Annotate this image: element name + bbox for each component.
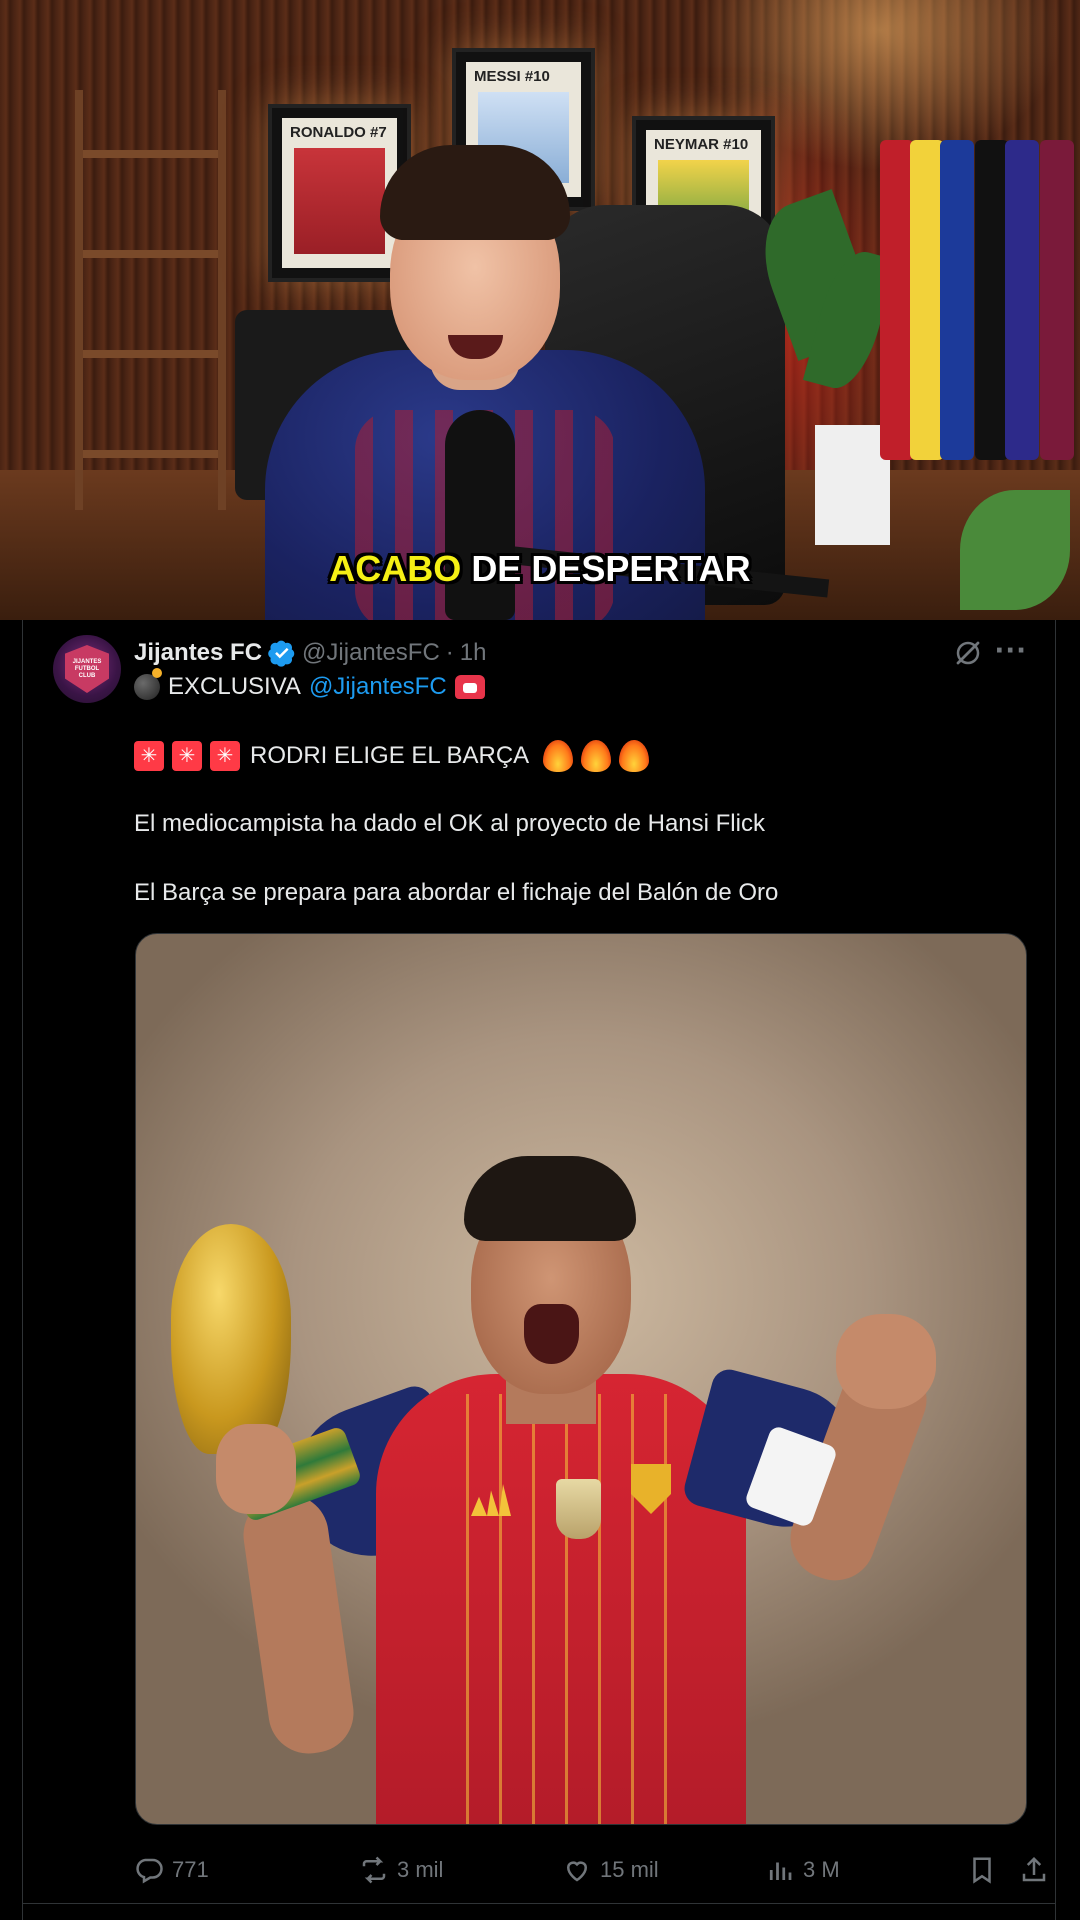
handle[interactable]: @JijantesFC: [302, 639, 440, 667]
like-button[interactable]: 15 mil: [562, 1850, 659, 1890]
tweet-line-exclusive: EXCLUSIVA @JijantesFC: [134, 668, 485, 701]
caption-highlight: ACABO: [329, 548, 462, 589]
host-hair: [380, 145, 570, 240]
fire-emoji-icon: [581, 740, 612, 772]
bookmark-icon: [973, 1857, 991, 1884]
plant-pot: [815, 425, 890, 545]
headline-text: RODRI ELIGE EL BARÇA: [250, 742, 530, 769]
views-icon: [769, 1862, 792, 1880]
verified-badge-icon: [268, 640, 295, 667]
video-frame: RONALDO #7 MESSI #10 NEYMAR #10 ACABO DE…: [0, 0, 1080, 620]
like-count: 15 mil: [600, 1857, 659, 1882]
repost-icon: [362, 1856, 386, 1884]
poster-label: MESSI #10: [474, 68, 550, 85]
fire-emoji-icon: [619, 740, 650, 772]
repost-button[interactable]: 3 mil: [359, 1850, 443, 1890]
siren-emoji-icon: [210, 741, 240, 771]
repost-count: 3 mil: [397, 1857, 444, 1882]
fire-emoji-icon: [543, 740, 574, 772]
player-mouth: [524, 1304, 579, 1364]
views-button[interactable]: 3 M: [765, 1850, 840, 1890]
player-jersey: [376, 1374, 746, 1824]
tweet-headline: RODRI ELIGE EL BARÇA: [134, 740, 650, 772]
exclusive-label: EXCLUSIVA: [168, 673, 301, 700]
poster-label: RONALDO #7: [290, 124, 387, 141]
telephone-emoji-icon: [454, 675, 485, 699]
bookmark-button[interactable]: [967, 1850, 997, 1890]
display-name[interactable]: Jijantes FC: [134, 639, 262, 667]
caption-rest: DE DESPERTAR: [471, 548, 751, 589]
reply-button[interactable]: 771: [134, 1850, 209, 1890]
siren-emoji-icon: [134, 741, 164, 771]
player-fist: [836, 1314, 936, 1409]
tweet-paragraph-1: El mediocampista ha dado el OK al proyec…: [134, 810, 765, 837]
tweet-card[interactable]: JIJANTES FUTBOL CLUB Jijantes FC @Jijant…: [22, 620, 1056, 1920]
video-caption: ACABO DE DESPERTAR: [0, 548, 1080, 590]
player-hair: [464, 1156, 636, 1241]
avatar[interactable]: JIJANTES FUTBOL CLUB: [53, 635, 121, 703]
tweet-actions: 771 3 mil 15 mil 3 M: [134, 1850, 1046, 1890]
champion-badge: [556, 1479, 601, 1539]
grok-icon[interactable]: [953, 638, 983, 668]
wooden-shelf: [75, 90, 226, 510]
timestamp[interactable]: 1h: [460, 639, 487, 667]
share-icon: [1022, 1856, 1046, 1882]
share-button[interactable]: [1019, 1850, 1049, 1890]
bomb-emoji-icon: [134, 668, 162, 700]
heart-icon: [566, 1861, 588, 1882]
player-hand: [216, 1424, 296, 1514]
jersey-rack: [880, 60, 1080, 480]
reply-icon: [136, 1858, 163, 1884]
separator: ·: [445, 639, 454, 666]
poster-label: NEYMAR #10: [654, 136, 749, 153]
world-cup-trophy: [171, 1224, 291, 1454]
avatar-crest: JIJANTES FUTBOL CLUB: [65, 645, 109, 693]
tweet-paragraph-2: El Barça se prepara para abordar el fich…: [134, 879, 779, 906]
siren-emoji-icon: [172, 741, 202, 771]
tweet-header: Jijantes FC @JijantesFC · 1h: [134, 636, 486, 670]
divider: [23, 1903, 1055, 1904]
mention-link[interactable]: @JijantesFC: [309, 673, 447, 701]
reply-count: 771: [172, 1857, 209, 1882]
views-count: 3 M: [803, 1857, 840, 1882]
more-icon[interactable]: ···: [994, 636, 1027, 666]
tweet-media-image[interactable]: [135, 933, 1027, 1825]
